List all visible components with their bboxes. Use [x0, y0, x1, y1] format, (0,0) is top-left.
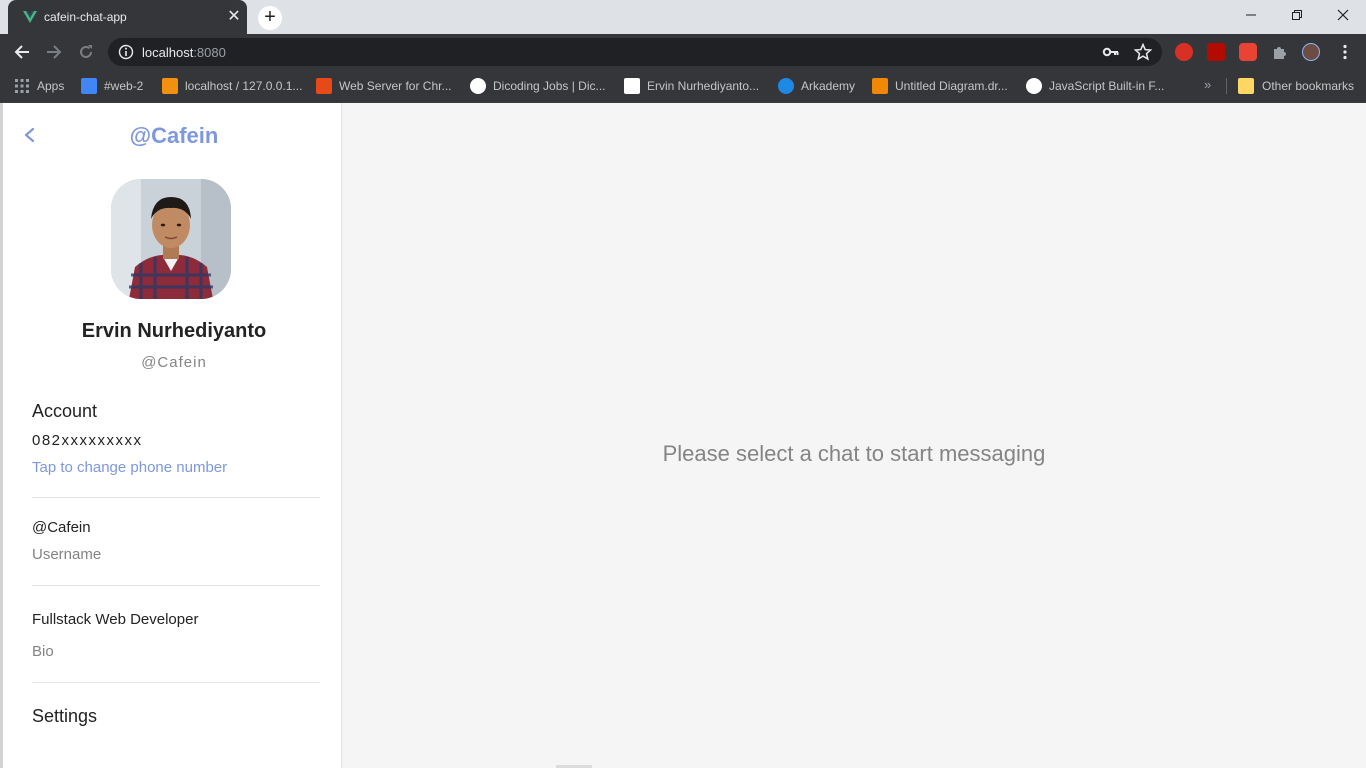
bookmark-favicon-icon — [316, 78, 332, 94]
tab-strip: cafein-chat-app ✕ + — [0, 0, 1366, 34]
folder-icon — [1238, 78, 1254, 94]
back-icon — [14, 45, 29, 59]
bookmark-javascript[interactable]: JavaScript Built-in F... — [1026, 77, 1164, 95]
bookmark-ervin[interactable]: Ervin Nurhediyanto... — [624, 77, 759, 95]
app-page: @Cafein Ervin Nurhediyanto @Cafein Accou… — [0, 103, 1366, 768]
forward-button[interactable] — [42, 40, 66, 64]
divider — [32, 682, 320, 683]
key-icon[interactable] — [1102, 44, 1120, 60]
bookmark-label: localhost / 127.0.0.1... — [185, 79, 303, 93]
minimize-button[interactable] — [1228, 0, 1274, 30]
new-tab-button[interactable]: + — [258, 6, 282, 30]
extensions-icon[interactable] — [1271, 43, 1289, 61]
bookmarks-divider — [1226, 78, 1227, 94]
restore-icon — [1292, 10, 1302, 20]
close-window-button[interactable] — [1320, 0, 1366, 30]
bookmark-favicon-icon — [872, 78, 888, 94]
bookmark-label: Arkademy — [801, 79, 856, 93]
profile-avatar[interactable] — [1302, 43, 1320, 61]
url-port: :8080 — [193, 45, 226, 60]
profile-photo — [111, 179, 231, 299]
settings-item[interactable]: Settings — [32, 706, 97, 727]
bookmark-drawio[interactable]: Untitled Diagram.dr... — [872, 77, 1008, 95]
menu-button[interactable] — [1336, 43, 1354, 61]
profile-title: @Cafein — [129, 123, 219, 148]
browser-tab[interactable]: cafein-chat-app ✕ — [8, 0, 247, 34]
adblock-extension-icon[interactable] — [1175, 43, 1193, 61]
bookmark-favicon-icon — [470, 78, 486, 94]
reload-icon — [80, 45, 92, 58]
bookmarks-overflow-button[interactable]: » — [1204, 77, 1211, 92]
bookmark-label: Apps — [37, 79, 65, 93]
username-value[interactable]: @Cafein — [32, 519, 91, 536]
profile-full-name: Ervin Nurhediyanto — [81, 320, 267, 342]
bookmark-favicon-icon — [778, 78, 794, 94]
back-button[interactable] — [10, 40, 34, 64]
bookmark-favicon-icon — [81, 78, 97, 94]
divider — [32, 585, 320, 586]
bookmark-label: #web-2 — [104, 79, 144, 93]
avatar[interactable] — [111, 179, 231, 299]
phone-number: 082xxxxxxxxx — [32, 432, 143, 449]
bookmark-favicon-icon — [624, 78, 640, 94]
tab-title: cafein-chat-app — [44, 10, 127, 24]
minimize-icon — [1246, 14, 1256, 16]
bookmark-favicon-icon — [162, 78, 178, 94]
bookmark-web-server[interactable]: Web Server for Chr... — [316, 77, 451, 95]
other-bookmarks[interactable]: Other bookmarks — [1238, 77, 1354, 95]
puzzle-icon — [1274, 47, 1286, 59]
star-icon[interactable] — [1134, 43, 1152, 61]
tab-close-icon[interactable]: ✕ — [226, 9, 242, 25]
bookmark-label: JavaScript Built-in F... — [1049, 79, 1165, 93]
bookmark-label: Web Server for Chr... — [339, 79, 452, 93]
bookmark-phpmyadmin[interactable]: localhost / 127.0.0.1... — [162, 77, 302, 95]
bookmark-label: Untitled Diagram.dr... — [895, 79, 1008, 93]
apps-grid-icon — [15, 79, 29, 93]
bookmark-label: Dicoding Jobs | Dic... — [493, 79, 606, 93]
pdf-extension-icon[interactable] — [1207, 43, 1225, 61]
chat-panel: Please select a chat to start messaging — [342, 103, 1366, 768]
bookmark-favicon-icon — [1026, 78, 1042, 94]
bookmark-label: Ervin Nurhediyanto... — [647, 79, 760, 93]
profile-sidebar: @Cafein Ervin Nurhediyanto @Cafein Accou… — [0, 103, 342, 768]
menu-icon — [1343, 44, 1347, 60]
vue-logo-icon — [23, 11, 37, 23]
profile-handle: @Cafein — [141, 354, 207, 371]
account-heading: Account — [32, 401, 98, 421]
empty-chat-message: Please select a chat to start messaging — [662, 441, 1046, 466]
bookmark-dicoding[interactable]: Dicoding Jobs | Dic... — [470, 77, 606, 95]
bookmark-web-2[interactable]: #web-2 — [81, 77, 143, 95]
forward-icon — [47, 45, 62, 59]
reload-button[interactable] — [74, 40, 98, 64]
bookmarks-bar: Apps #web-2 localhost / 127.0.0.1... Web… — [0, 70, 1366, 103]
restore-button[interactable] — [1274, 0, 1320, 30]
bookmark-arkademy[interactable]: Arkademy — [778, 77, 855, 95]
url-text: localhost:8080 — [142, 45, 226, 60]
bookmark-apps[interactable]: Apps — [14, 77, 64, 95]
info-icon[interactable] — [118, 44, 134, 60]
browser-toolbar: localhost:8080 — [0, 34, 1366, 70]
extension-icon[interactable] — [1239, 43, 1257, 61]
bio-label: Bio — [32, 643, 54, 660]
divider — [32, 497, 320, 498]
bio-value[interactable]: Fullstack Web Developer — [32, 611, 198, 628]
url-host: localhost — [142, 45, 194, 60]
change-phone-link[interactable]: Tap to change phone number — [32, 459, 227, 476]
address-bar[interactable]: localhost:8080 — [108, 38, 1162, 66]
other-bookmarks-label: Other bookmarks — [1262, 79, 1355, 93]
username-label: Username — [32, 546, 102, 563]
close-icon — [1337, 9, 1349, 21]
